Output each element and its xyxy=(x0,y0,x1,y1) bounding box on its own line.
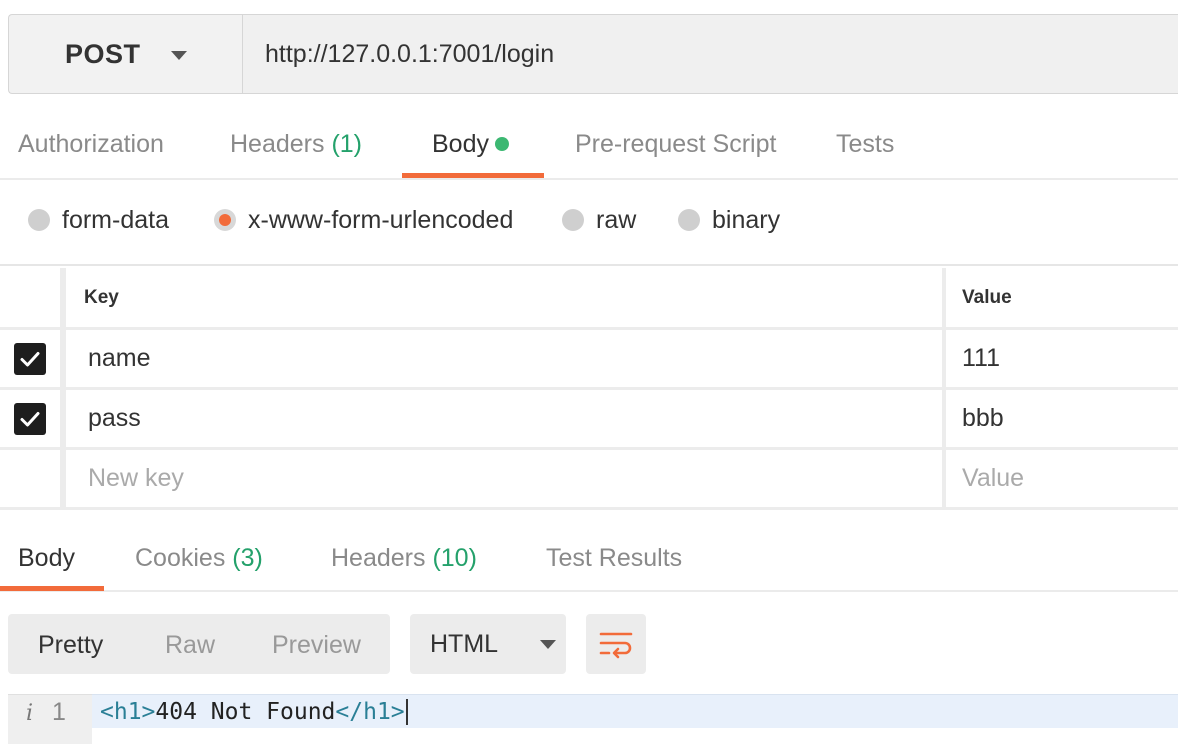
params-table: Key Value name 111 pass bbb New key Valu… xyxy=(0,268,1178,510)
radio-label: form-data xyxy=(62,205,169,234)
pretty-button[interactable]: Pretty xyxy=(38,614,103,674)
view-mode-group: Pretty Raw Preview xyxy=(8,614,390,674)
tab-pre-request-script[interactable]: Pre-request Script xyxy=(575,106,776,178)
text-cursor xyxy=(405,698,408,725)
tab-response-body[interactable]: Body xyxy=(18,520,75,592)
tab-label: Headers xyxy=(230,130,325,158)
table-row-new: New key Value xyxy=(0,450,1178,510)
tab-response-headers[interactable]: Headers (10) xyxy=(331,520,477,592)
language-label: HTML xyxy=(430,629,499,658)
checkmark-icon xyxy=(20,411,40,426)
new-key-input[interactable]: New key xyxy=(72,450,946,507)
check-column-header xyxy=(0,268,66,327)
method-select[interactable]: POST xyxy=(8,14,242,94)
tab-body[interactable]: Body xyxy=(432,106,509,178)
tab-tests[interactable]: Tests xyxy=(836,106,894,178)
tab-test-results[interactable]: Test Results xyxy=(546,520,682,592)
active-tab-indicator xyxy=(0,586,104,591)
row-checkbox-cell xyxy=(0,390,66,447)
table-row: pass bbb xyxy=(0,390,1178,450)
radio-binary[interactable]: binary xyxy=(678,180,780,260)
row-checkbox[interactable] xyxy=(14,402,46,435)
radio-x-www-form-urlencoded[interactable]: x-www-form-urlencoded xyxy=(214,180,513,260)
radio-icon xyxy=(678,209,700,231)
tab-count: (10) xyxy=(432,544,477,572)
key-column-header: Key xyxy=(72,268,946,327)
tab-count: (1) xyxy=(331,130,363,158)
tab-label: Tests xyxy=(836,130,895,158)
row-checkbox[interactable] xyxy=(14,342,46,375)
radio-checked-icon xyxy=(214,209,236,231)
tab-count: (3) xyxy=(232,544,263,572)
tab-cookies[interactable]: Cookies (3) xyxy=(135,520,263,592)
radio-form-data[interactable]: form-data xyxy=(28,180,169,260)
row-checkbox-cell xyxy=(0,450,66,507)
code-open-tag: <h1> xyxy=(100,698,156,725)
key-input[interactable]: name xyxy=(72,330,946,387)
tab-label: Headers xyxy=(331,544,426,572)
radio-label: raw xyxy=(596,205,637,234)
chevron-down-icon xyxy=(170,50,187,60)
info-icon: i xyxy=(26,701,34,726)
raw-button[interactable]: Raw xyxy=(165,614,215,674)
code-text: 404 Not Found xyxy=(155,698,336,725)
body-type-radios: form-data x-www-form-urlencoded raw bina… xyxy=(0,180,1178,266)
response-tabs: Body Cookies (3) Headers (10) Test Resul… xyxy=(0,520,1178,592)
key-input[interactable]: pass xyxy=(72,390,946,447)
code-gutter: i 1 xyxy=(8,694,92,744)
radio-label: binary xyxy=(712,205,781,234)
tab-label: Authorization xyxy=(18,130,164,158)
radio-icon xyxy=(562,209,584,231)
row-checkbox-cell xyxy=(0,330,66,387)
chevron-down-icon xyxy=(540,639,557,649)
table-header-row: Key Value xyxy=(0,268,1178,330)
tab-label: Body xyxy=(432,130,489,158)
value-column-header: Value xyxy=(962,286,1012,308)
request-bar: POST http://127.0.0.1:7001/login xyxy=(8,14,1178,94)
url-input[interactable]: http://127.0.0.1:7001/login xyxy=(242,14,1178,94)
tab-headers[interactable]: Headers (1) xyxy=(230,106,362,178)
new-value-input[interactable]: Value xyxy=(950,450,1178,507)
method-label: POST xyxy=(65,38,141,69)
active-dot-icon xyxy=(494,137,509,151)
wrap-lines-button[interactable] xyxy=(586,614,646,674)
radio-raw[interactable]: raw xyxy=(562,180,636,260)
checkmark-icon xyxy=(20,351,40,366)
radio-label: x-www-form-urlencoded xyxy=(248,205,514,234)
wrap-lines-icon xyxy=(599,632,633,659)
tab-label: Body xyxy=(18,544,75,572)
code-line[interactable]: <h1> 404 Not Found </h1> xyxy=(92,694,1178,728)
line-number: 1 xyxy=(52,698,66,726)
preview-button[interactable]: Preview xyxy=(272,614,361,674)
table-row: name 111 xyxy=(0,330,1178,390)
tab-authorization[interactable]: Authorization xyxy=(18,106,164,178)
value-input[interactable]: 111 xyxy=(950,330,1178,387)
tab-label: Cookies xyxy=(135,544,226,572)
radio-icon xyxy=(28,209,50,231)
tab-label: Test Results xyxy=(546,544,683,572)
active-tab-indicator xyxy=(402,173,544,178)
language-select[interactable]: HTML xyxy=(410,614,566,674)
request-tabs: Authorization Headers (1) Body Pre-reque… xyxy=(0,106,1178,180)
tab-label: Pre-request Script xyxy=(575,130,777,158)
value-input[interactable]: bbb xyxy=(950,390,1178,447)
code-close-tag: </h1> xyxy=(335,698,405,725)
